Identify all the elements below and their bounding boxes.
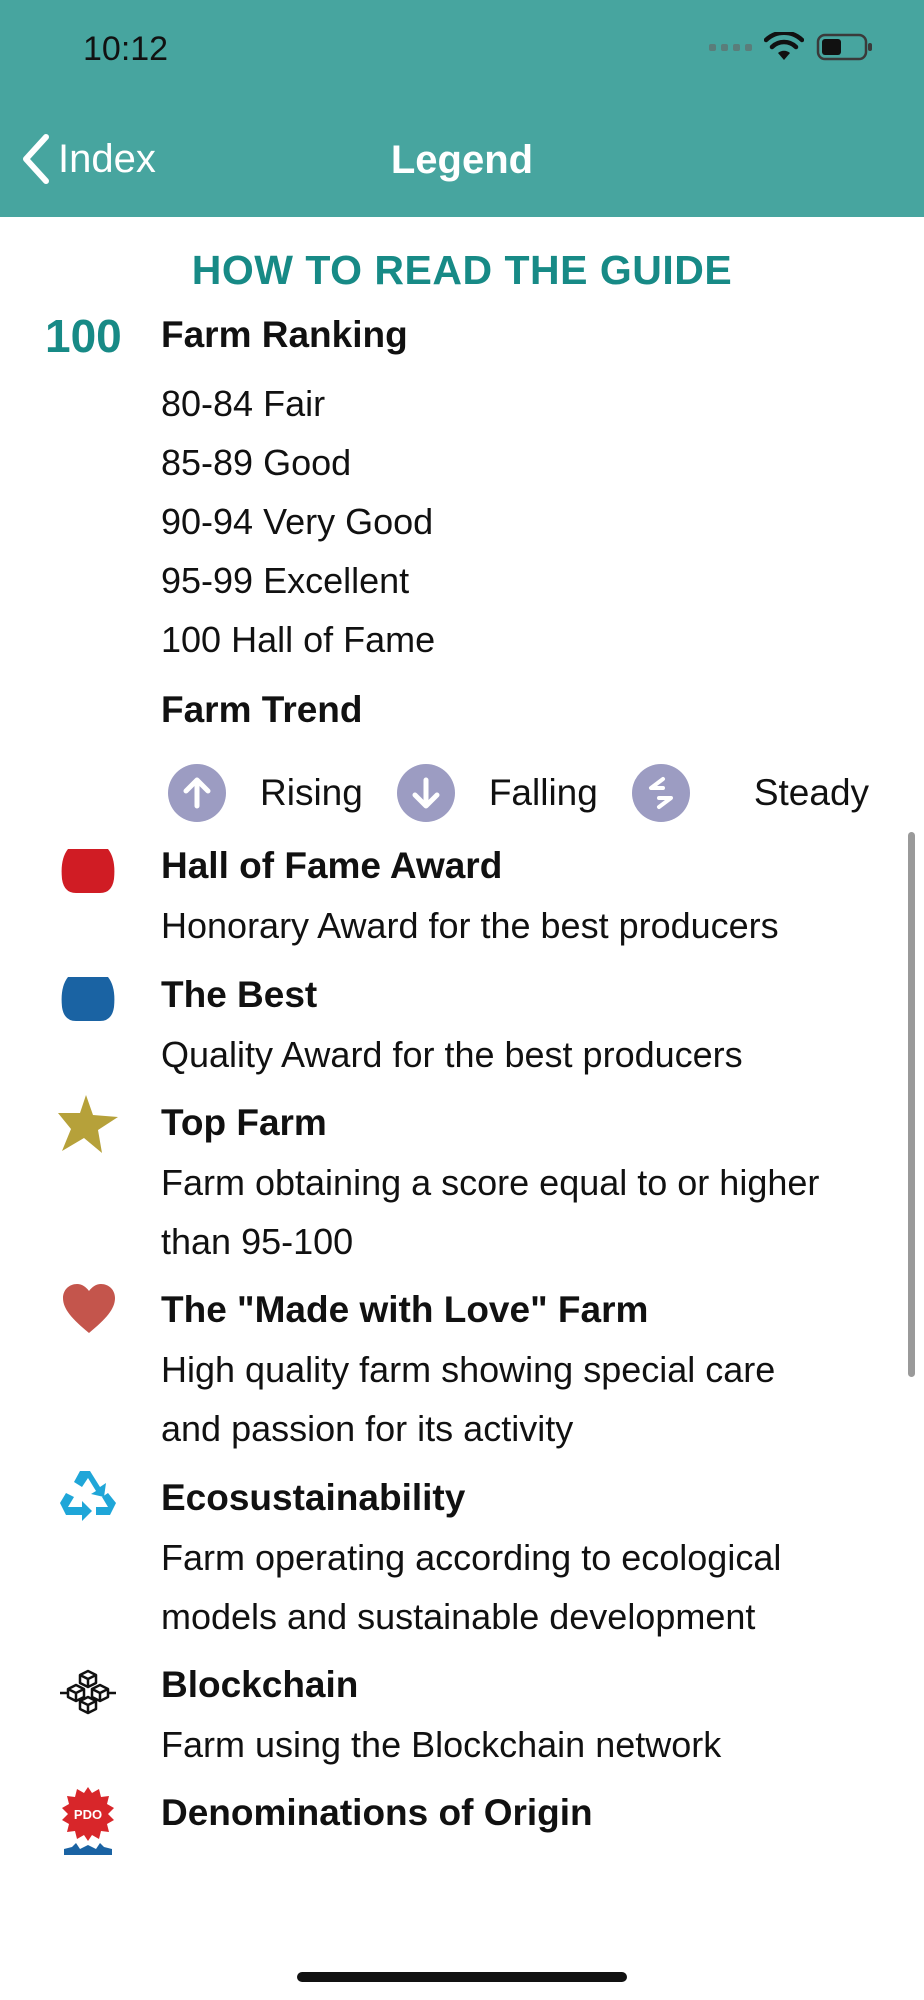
status-icons bbox=[709, 32, 874, 62]
ranking-level: 100 Hall of Fame bbox=[161, 619, 436, 660]
farm-trend-label: Farm Trend bbox=[161, 689, 363, 730]
hall-of-fame-badge-icon bbox=[61, 849, 115, 893]
ranking-level: 85-89 Good bbox=[161, 442, 352, 483]
star-icon bbox=[58, 1095, 118, 1153]
award-title: The Best bbox=[161, 974, 318, 1015]
award-title: The "Made with Love" Farm bbox=[161, 1289, 649, 1330]
vertical-scrollbar[interactable] bbox=[908, 832, 915, 1377]
status-time: 10:12 bbox=[83, 30, 169, 68]
ranking-level: 80-84 Fair bbox=[161, 383, 326, 424]
farm-ranking-label: Farm Ranking bbox=[161, 314, 408, 355]
ranking-level: 95-99 Excellent bbox=[161, 560, 410, 601]
award-description: Honorary Award for the best producers bbox=[161, 905, 779, 946]
award-description: Farm using the Blockchain network bbox=[161, 1724, 722, 1765]
award-description: High quality farm showing special care bbox=[161, 1349, 776, 1390]
pdo-seal-text: PDO bbox=[74, 1807, 102, 1822]
trend-steady-label: Steady bbox=[753, 772, 870, 813]
page-title: Legend bbox=[390, 138, 534, 182]
wifi-icon bbox=[764, 32, 804, 60]
guide-title: HOW TO READ THE GUIDE bbox=[191, 247, 733, 293]
award-description: models and sustainable development bbox=[161, 1596, 756, 1637]
award-title: Ecosustainability bbox=[161, 1477, 466, 1518]
award-description: Farm obtaining a score equal to or highe… bbox=[161, 1162, 820, 1203]
arrow-up-icon bbox=[168, 764, 226, 822]
award-title: Blockchain bbox=[161, 1664, 359, 1705]
award-description: than 95-100 bbox=[161, 1221, 354, 1262]
arrows-steady-icon bbox=[631, 764, 690, 822]
pdo-seal-icon: PDO bbox=[62, 1787, 114, 1855]
trend-legend: Rising Falling Steady bbox=[168, 764, 869, 822]
award-description: and passion for its activity bbox=[161, 1408, 574, 1449]
legend-content: HOW TO READ THE GUIDE 100 Farm Ranking 8… bbox=[0, 217, 924, 2000]
award-title: Denominations of Origin bbox=[161, 1792, 593, 1833]
ranking-level: 90-94 Very Good bbox=[161, 501, 434, 542]
cellular-signal-icon bbox=[709, 43, 752, 51]
trend-rising-label: Rising bbox=[260, 772, 363, 813]
battery-icon bbox=[816, 33, 872, 61]
recycle-icon bbox=[60, 1471, 116, 1521]
home-indicator[interactable] bbox=[297, 1972, 627, 1982]
award-title: Hall of Fame Award bbox=[161, 845, 503, 886]
trend-falling-label: Falling bbox=[488, 772, 598, 813]
best-badge-icon bbox=[61, 977, 115, 1021]
navigation-header: 10:12 Index Legend bbox=[0, 0, 924, 217]
arrow-down-icon bbox=[396, 764, 455, 822]
ranking-number: 100 bbox=[45, 310, 122, 362]
award-description: Quality Award for the best producers bbox=[161, 1034, 743, 1075]
blockchain-icon bbox=[60, 1669, 116, 1715]
heart-icon bbox=[63, 1284, 115, 1333]
award-description: Farm operating according to ecological bbox=[161, 1537, 782, 1578]
award-title: Top Farm bbox=[161, 1102, 327, 1143]
